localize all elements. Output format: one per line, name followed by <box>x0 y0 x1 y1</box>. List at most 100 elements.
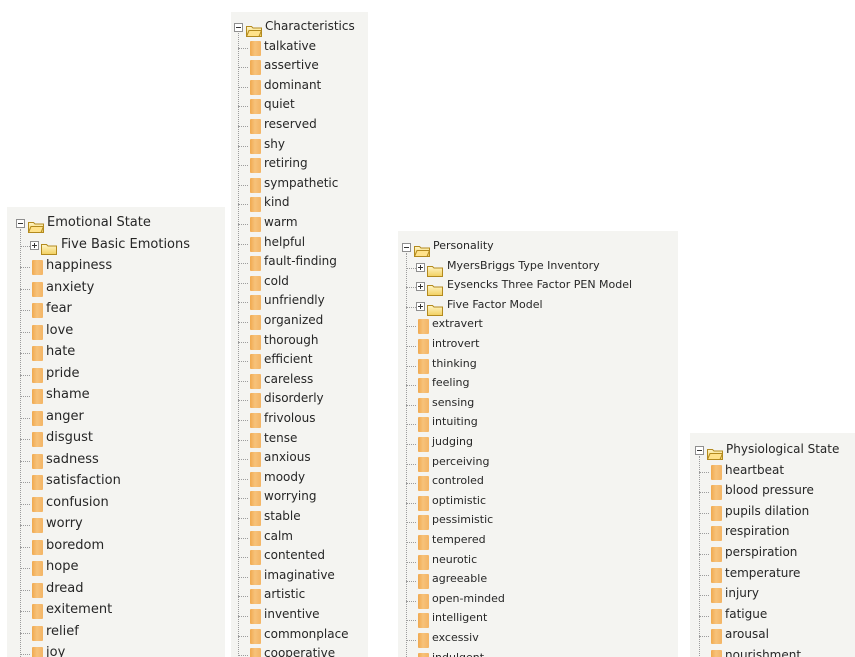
tree-node-item[interactable]: organized <box>231 313 368 331</box>
tree-node-item[interactable]: talkative <box>231 39 368 57</box>
tree-node-item[interactable]: reserved <box>231 117 368 135</box>
tree-node-item[interactable]: artistic <box>231 587 368 605</box>
tree-node-item[interactable]: quiet <box>231 97 368 115</box>
tree-node-item[interactable]: judging <box>398 435 678 453</box>
tree-node-item[interactable]: intuiting <box>398 415 678 433</box>
tree-node-item[interactable]: anxious <box>231 450 368 468</box>
tree-node-item[interactable]: confusion <box>7 495 225 513</box>
tree-node-item[interactable]: imaginative <box>231 568 368 586</box>
tree-node-item[interactable]: relief <box>7 624 225 642</box>
tree-node-item[interactable]: love <box>7 323 225 341</box>
tree-node-group[interactable]: Eysencks Three Factor PEN Model <box>398 278 678 297</box>
tree-node-item[interactable]: boredom <box>7 538 225 556</box>
tree-node-item[interactable]: joy <box>7 645 225 657</box>
collapse-icon[interactable] <box>402 243 411 252</box>
tree-node-item[interactable]: indulgent <box>398 651 678 657</box>
tree-node-item[interactable]: disgust <box>7 430 225 448</box>
tree-node-group[interactable]: Five Basic Emotions <box>7 237 225 255</box>
tree-node-item[interactable]: respiration <box>690 524 855 542</box>
tree-node-item[interactable]: injury <box>690 586 855 604</box>
tree-node-item[interactable]: controled <box>398 474 678 492</box>
tree-node-item[interactable]: open-minded <box>398 592 678 610</box>
tree-node-item[interactable]: arousal <box>690 627 855 645</box>
tree-node-item[interactable]: unfriendly <box>231 293 368 311</box>
collapse-icon[interactable] <box>234 23 243 32</box>
tree-node-item[interactable]: cooperative <box>231 646 368 657</box>
expand-icon[interactable] <box>416 301 425 311</box>
tree-node-item[interactable]: hope <box>7 559 225 577</box>
expand-icon[interactable] <box>416 282 425 292</box>
tree-node-item[interactable]: temperature <box>690 566 855 584</box>
tree-node-item[interactable]: satisfaction <box>7 473 225 491</box>
expand-icon[interactable] <box>30 240 39 250</box>
tree-node-item[interactable]: nourishment <box>690 648 855 657</box>
tree-node-item[interactable]: dominant <box>231 78 368 96</box>
tree-node-item[interactable]: extravert <box>398 317 678 335</box>
tree-node-item[interactable]: dread <box>7 581 225 599</box>
tree-node-item[interactable]: shame <box>7 387 225 405</box>
tree-node-item[interactable]: neurotic <box>398 553 678 571</box>
tree-node-item[interactable]: happiness <box>7 258 225 276</box>
tree-node-item[interactable]: optimistic <box>398 494 678 512</box>
expand-icon[interactable] <box>416 262 425 272</box>
tree-node-item[interactable]: calm <box>231 529 368 547</box>
tree-branch-line <box>406 581 416 583</box>
tree-node-item[interactable]: worrying <box>231 489 368 507</box>
tree-node-group[interactable]: MyersBriggs Type Inventory <box>398 259 678 277</box>
tree-node-item[interactable]: fault-finding <box>231 254 368 272</box>
tree-node-item[interactable]: exitement <box>7 602 225 620</box>
tree-node-item[interactable]: frivolous <box>231 411 368 429</box>
tree-node-item[interactable]: pupils dilation <box>690 504 855 522</box>
tree-node-item[interactable]: tense <box>231 431 368 449</box>
tree-node-item[interactable]: perspiration <box>690 545 855 563</box>
tree-node-item[interactable]: agreeable <box>398 572 678 590</box>
tree-node-root[interactable]: Characteristics <box>231 19 368 37</box>
tree-node-item[interactable]: moody <box>231 470 368 488</box>
tree-node-group[interactable]: Five Factor Model <box>398 298 678 316</box>
tree-node-item[interactable]: disorderly <box>231 391 368 409</box>
tree-node-item[interactable]: pessimistic <box>398 513 678 531</box>
tree-node-root[interactable]: Emotional State <box>7 215 225 233</box>
tree-node-item[interactable]: anger <box>7 409 225 427</box>
tree-branch-line <box>20 288 30 290</box>
tree-node-item[interactable]: fear <box>7 301 225 319</box>
tree-node-item[interactable]: blood pressure <box>690 483 855 501</box>
tree-node-item[interactable]: thinking <box>398 357 678 375</box>
tree-node-item[interactable]: contented <box>231 548 368 566</box>
tree-node-item[interactable]: assertive <box>231 58 368 76</box>
tree-node-root[interactable]: Personality <box>398 239 678 257</box>
tree-node-item[interactable]: thorough <box>231 333 368 351</box>
tree-node-item[interactable]: inventive <box>231 607 368 625</box>
tree-node-item[interactable]: stable <box>231 509 368 527</box>
tree-node-item[interactable]: shy <box>231 137 368 155</box>
tree-node-item[interactable]: perceiving <box>398 455 678 473</box>
tree-node-item[interactable]: kind <box>231 195 368 213</box>
tree-node-item[interactable]: retiring <box>231 156 368 174</box>
tree-node-item[interactable]: cold <box>231 274 368 292</box>
tree-node-item[interactable]: sensing <box>398 396 678 414</box>
tree-node-item[interactable]: commonplace <box>231 627 368 645</box>
tree-node-item[interactable]: tempered <box>398 533 678 551</box>
tree-node-item[interactable]: excessiv <box>398 631 678 649</box>
tree-node-item[interactable]: pride <box>7 366 225 384</box>
tree-node-item[interactable]: feeling <box>398 376 678 394</box>
collapse-icon[interactable] <box>695 446 704 455</box>
tree-branch-line <box>238 126 248 127</box>
tree-node-item[interactable]: sympathetic <box>231 176 368 194</box>
tree-node-item[interactable]: helpful <box>231 235 368 253</box>
item-icon <box>711 485 722 501</box>
collapse-icon[interactable] <box>16 219 25 228</box>
tree-node-item[interactable]: intelligent <box>398 611 678 629</box>
tree-node-item[interactable]: fatigue <box>690 607 855 625</box>
tree-node-item[interactable]: warm <box>231 215 368 233</box>
tree-node-root[interactable]: Physiological State <box>690 442 855 460</box>
tree-node-item[interactable]: anxiety <box>7 280 225 298</box>
tree-node-item[interactable]: introvert <box>398 337 678 355</box>
tree-node-item[interactable]: hate <box>7 344 225 362</box>
tree-node-label: anxiety <box>46 279 95 295</box>
tree-node-item[interactable]: heartbeat <box>690 463 855 481</box>
tree-node-item[interactable]: sadness <box>7 452 225 470</box>
tree-node-item[interactable]: efficient <box>231 352 368 370</box>
tree-node-item[interactable]: careless <box>231 372 368 390</box>
tree-node-item[interactable]: worry <box>7 516 225 534</box>
